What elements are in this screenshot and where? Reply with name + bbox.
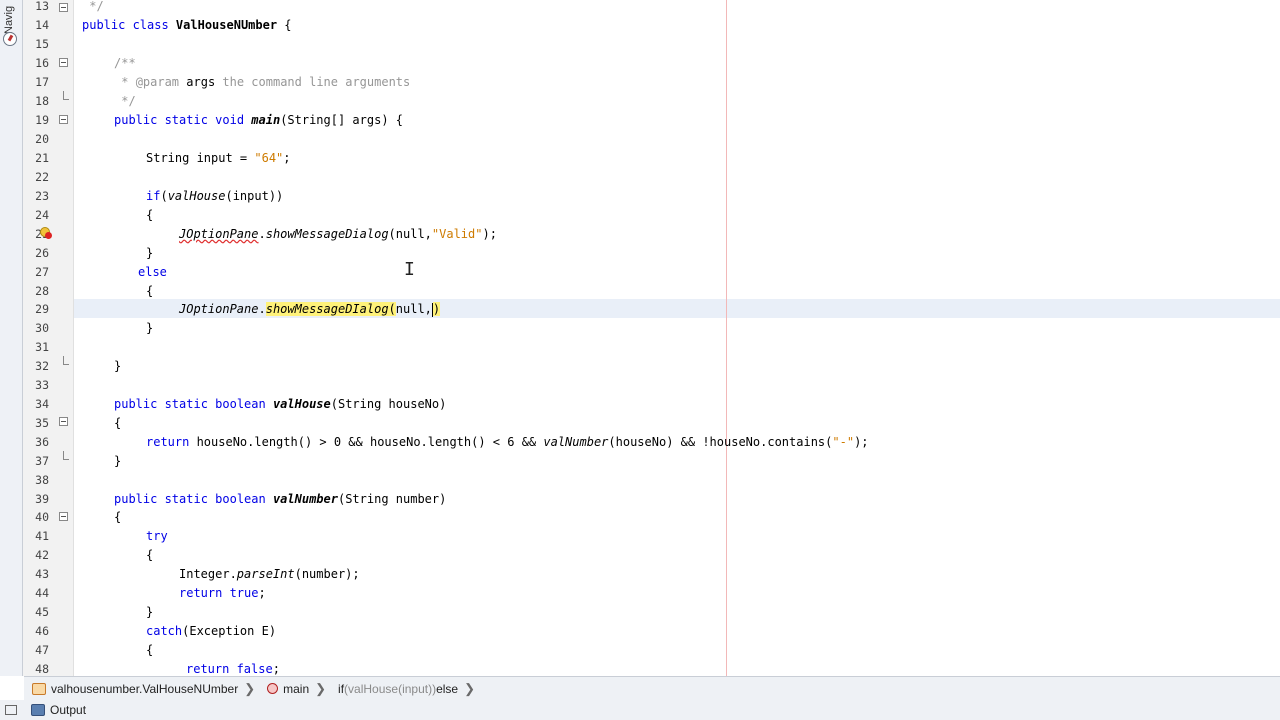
code-line[interactable]: { [146, 546, 153, 565]
line-number: 42 [35, 548, 49, 562]
code-line[interactable]: */ [114, 92, 135, 111]
code-line[interactable]: /** [114, 54, 136, 73]
line-number: 23 [35, 189, 49, 203]
code-line[interactable]: { [146, 641, 153, 660]
line-number: 37 [35, 454, 49, 468]
line-number: 35 [35, 416, 49, 430]
line-number: 29 [35, 302, 49, 316]
restore-window-icon[interactable] [5, 705, 17, 715]
line-number: 22 [35, 170, 49, 184]
breadcrumb: valhousenumber.ValHouseNUmber ❯ main ❯ i… [24, 676, 1280, 701]
chevron-right-icon: ❯ [315, 680, 327, 696]
navigator-icon[interactable] [3, 32, 17, 46]
breadcrumb-method[interactable]: main ❯ [259, 677, 330, 700]
line-number: 20 [35, 132, 49, 146]
line-number: 31 [35, 340, 49, 354]
class-icon [32, 682, 46, 695]
code-line[interactable]: if(valHouse(input)) [146, 187, 283, 206]
line-number: 47 [35, 643, 49, 657]
line-number-gutter: 13 14 15 16 17 18 19 20 21 22 23 24 25 2… [23, 0, 74, 676]
line-number: 21 [35, 151, 49, 165]
line-number: 14 [35, 18, 49, 32]
chevron-right-icon: ❯ [464, 680, 476, 696]
code-line[interactable]: return false; [186, 660, 280, 676]
breadcrumb-statement[interactable]: if (valHouse(input)) else ❯ [330, 677, 479, 700]
line-number: 45 [35, 605, 49, 619]
line-number: 30 [35, 321, 49, 335]
line-number: 15 [35, 37, 49, 51]
output-window-icon [31, 704, 45, 716]
fold-end-marker [63, 91, 69, 100]
line-number: 38 [35, 473, 49, 487]
code-line[interactable]: * @param args the command line arguments [114, 73, 410, 92]
line-number: 17 [35, 75, 49, 89]
method-icon [267, 683, 279, 694]
line-number: 28 [35, 284, 49, 298]
line-number: 24 [35, 208, 49, 222]
line-number: 19 [35, 113, 49, 127]
right-margin-guide [726, 0, 727, 676]
code-line[interactable]: } [146, 244, 153, 263]
code-line[interactable]: Integer.parseInt(number); [179, 565, 360, 584]
line-number: 32 [35, 359, 49, 373]
line-number: 18 [35, 94, 49, 108]
line-number: 40 [35, 510, 49, 524]
code-line[interactable]: return houseNo.length() > 0 && houseNo.l… [146, 433, 869, 452]
fold-toggle[interactable] [59, 58, 68, 67]
fold-toggle[interactable] [59, 115, 68, 124]
fold-toggle[interactable] [59, 512, 68, 521]
breadcrumb-class[interactable]: valhousenumber.ValHouseNUmber ❯ [24, 677, 259, 700]
code-line[interactable]: } [114, 452, 121, 471]
error-annotation-icon[interactable] [40, 227, 52, 239]
line-number: 27 [35, 265, 49, 279]
code-line[interactable]: } [146, 319, 153, 338]
code-line[interactable]: { [114, 508, 121, 527]
code-line-current[interactable]: JOptionPane.showMessageDIalog(null,) [179, 300, 441, 319]
code-line[interactable]: { [146, 206, 153, 225]
code-line[interactable]: { [146, 282, 153, 301]
line-number: 33 [35, 378, 49, 392]
output-panel-bar: Output [0, 700, 1280, 720]
code-editor[interactable]: */ public class ValHouseNUmber { /** * @… [74, 0, 1280, 676]
code-line[interactable]: public static boolean valHouse(String ho… [114, 395, 446, 414]
code-line[interactable]: { [114, 414, 121, 433]
line-number: 41 [35, 529, 49, 543]
line-number: 46 [35, 624, 49, 638]
line-number: 36 [35, 435, 49, 449]
chevron-right-icon: ❯ [244, 680, 256, 696]
fold-end-marker [59, 3, 68, 12]
fold-end-marker [63, 356, 69, 365]
line-number: 39 [35, 492, 49, 506]
code-line[interactable]: JOptionPane.showMessageDialog(null,"Vali… [179, 225, 497, 244]
fold-toggle[interactable] [59, 417, 68, 426]
code-line[interactable]: */ [82, 0, 103, 16]
line-number: 44 [35, 586, 49, 600]
line-number: 43 [35, 567, 49, 581]
code-line[interactable]: } [114, 357, 121, 376]
fold-end-marker [63, 451, 69, 460]
code-line[interactable]: public class ValHouseNUmber { [82, 16, 292, 35]
line-number: 16 [35, 56, 49, 70]
code-line[interactable]: String input = "64"; [146, 149, 291, 168]
line-number: 13 [35, 0, 49, 13]
output-tab[interactable]: Output [50, 703, 86, 717]
navigator-tab[interactable]: Navig [3, 4, 15, 34]
code-line[interactable]: } [146, 603, 153, 622]
mouse-ibeam-cursor-icon: I [404, 259, 415, 280]
line-number: 26 [35, 246, 49, 260]
navigator-strip: Navig [0, 0, 23, 676]
code-line[interactable]: public static boolean valNumber(String n… [114, 490, 446, 509]
code-line[interactable]: return true; [179, 584, 266, 603]
line-number: 34 [35, 397, 49, 411]
code-line[interactable]: try [146, 527, 168, 546]
code-line[interactable]: public static void main(String[] args) { [114, 111, 403, 130]
code-line[interactable]: catch(Exception E) [146, 622, 276, 641]
code-line[interactable]: else [138, 263, 167, 282]
